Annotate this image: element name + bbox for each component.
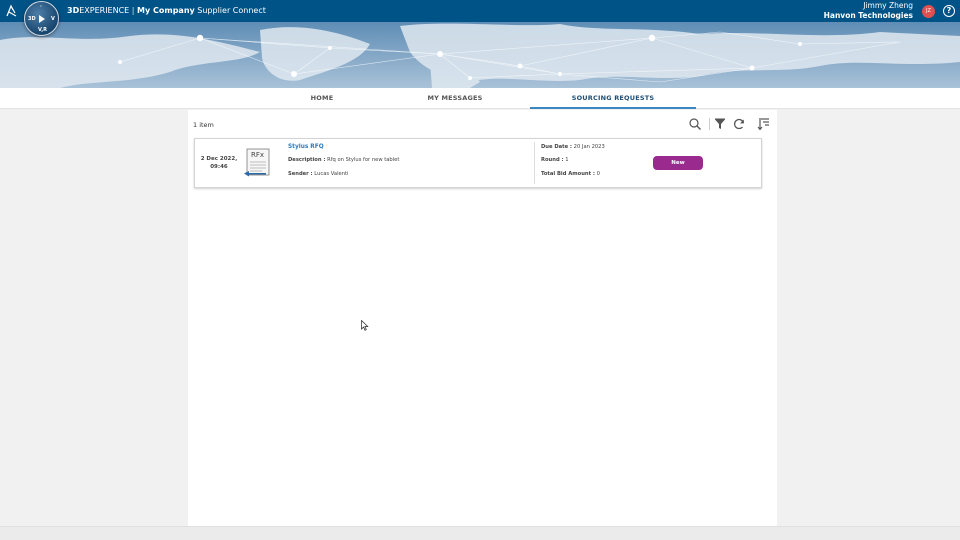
dassault-logo-icon[interactable] xyxy=(5,4,18,18)
help-icon[interactable]: ? xyxy=(943,5,955,17)
round-label: Round : xyxy=(541,157,564,163)
footer-bar xyxy=(0,526,960,540)
app-name: Supplier Connect xyxy=(197,6,266,15)
status-badge[interactable]: New xyxy=(653,156,703,170)
sort-icon[interactable] xyxy=(757,117,771,131)
user-name[interactable]: Jimmy Zheng xyxy=(863,1,913,10)
request-total-bid: Total Bid Amount : 0 xyxy=(541,171,600,177)
tenant-name[interactable]: My Company xyxy=(137,6,195,15)
request-description: Description : Rfq on Stylus for new tabl… xyxy=(288,157,399,163)
top-bar: 3DEXPERIENCE | My Company Supplier Conne… xyxy=(0,0,960,22)
rfx-document-icon: RFx xyxy=(244,148,271,178)
brand-experience: EXPERIENCE xyxy=(79,6,130,15)
compass-icon[interactable]: · 3D V V,R xyxy=(24,1,59,36)
request-due-date: Due Date : 20 Jan 2023 xyxy=(541,144,605,150)
compass-right: V xyxy=(51,16,55,22)
rfx-label: RFx xyxy=(251,151,265,159)
description-value: Rfq on Stylus for new tablet xyxy=(327,157,400,163)
request-title-link[interactable]: Stylus RFQ xyxy=(288,144,324,150)
item-count: 1 item xyxy=(193,121,214,129)
toolbar-divider xyxy=(709,118,710,130)
due-date-value: 20 Jan 2023 xyxy=(573,144,605,150)
tab-home[interactable]: HOME xyxy=(282,88,362,109)
request-date-time: 09:46 xyxy=(210,164,228,170)
brand-3d: 3D xyxy=(67,6,80,15)
request-date-day: 2 Dec 2022, xyxy=(200,156,238,162)
compass-top: · xyxy=(40,4,42,10)
search-icon[interactable] xyxy=(688,117,702,131)
sender-label: Sender : xyxy=(288,171,313,177)
request-sender: Sender : Lucas Valenti xyxy=(288,171,348,177)
compass-left: 3D xyxy=(28,16,36,22)
filter-icon[interactable] xyxy=(713,117,727,131)
compass-play-icon xyxy=(39,15,45,23)
round-value: 1 xyxy=(565,157,569,163)
mouse-cursor-icon xyxy=(361,320,369,331)
sender-value: Lucas Valenti xyxy=(314,171,349,177)
due-date-label: Due Date : xyxy=(541,144,573,150)
total-bid-value: 0 xyxy=(596,171,600,177)
card-divider xyxy=(534,142,535,184)
tab-sourcing-requests[interactable]: SOURCING REQUESTS xyxy=(530,88,696,109)
avatar[interactable]: JZ xyxy=(922,5,935,18)
request-round: Round : 1 xyxy=(541,157,569,163)
request-date: 2 Dec 2022, 09:46 xyxy=(198,155,240,171)
user-company[interactable]: Hanvon Technologies xyxy=(824,11,913,20)
total-bid-label: Total Bid Amount : xyxy=(541,171,595,177)
banner-world-map xyxy=(0,22,960,88)
nav-bar: HOME MY MESSAGES SOURCING REQUESTS xyxy=(0,88,960,109)
tab-my-messages[interactable]: MY MESSAGES xyxy=(405,88,505,109)
app-brand: 3DEXPERIENCE | My Company Supplier Conne… xyxy=(67,6,266,15)
compass-bottom: V,R xyxy=(38,27,47,33)
description-label: Description : xyxy=(288,157,326,163)
refresh-icon[interactable] xyxy=(732,117,746,131)
brand-separator: | xyxy=(131,6,135,15)
